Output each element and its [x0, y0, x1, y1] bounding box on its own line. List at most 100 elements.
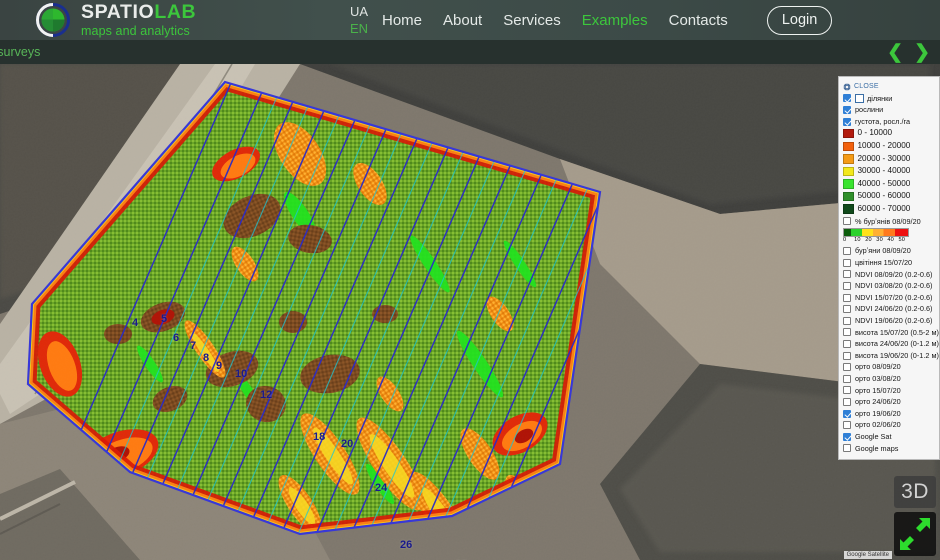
gradient-tick: 50 [898, 238, 909, 244]
plant-density-raster [0, 64, 940, 560]
legend-layer-row[interactable]: NDVI 19/06/20 (0.2-0.6) [843, 315, 936, 327]
chevron-right-icon[interactable]: ❯ [914, 43, 930, 62]
legend-weeds-section: % бурʼянів 08/09/2001020304050 [843, 216, 936, 246]
layer-checkbox[interactable] [843, 270, 851, 278]
legend-close-row[interactable]: CLOSE [843, 81, 936, 93]
legend-class-label: 10000 - 20000 [858, 142, 911, 151]
legend-layer-label: висота 24/06/20 (0-1.2 м) [855, 340, 939, 348]
legend-layer-label: NDVI 19/06/20 (0.2-0.6) [855, 317, 932, 325]
legend-class-row: 50000 - 60000 [843, 190, 936, 203]
legend-layer-row[interactable]: Google maps [843, 443, 936, 455]
track-number-label: 12 [260, 389, 272, 401]
legend-class-label: 60000 - 70000 [858, 205, 911, 214]
legend-layer-row[interactable]: NDVI 03/08/20 (0.2-0.6) [843, 280, 936, 292]
legend-layer-row[interactable]: орто 24/06/20 [843, 396, 936, 408]
legend-layer-label: орто 24/06/20 [855, 398, 901, 406]
lang-option-en[interactable]: EN [350, 20, 368, 37]
class-color-swatch [843, 192, 854, 202]
legend-layer-row[interactable]: ділянки [843, 93, 936, 105]
legend-layer-row[interactable]: бурʼяни 08/09/20 [843, 245, 936, 257]
fullscreen-button[interactable] [894, 512, 936, 556]
layer-checkbox[interactable] [843, 444, 851, 452]
nav-item-contacts[interactable]: Contacts [669, 12, 728, 29]
layer-checkbox[interactable] [843, 118, 851, 126]
legend-layer-row[interactable]: рослини [843, 104, 936, 116]
layer-checkbox[interactable] [843, 398, 851, 406]
lang-option-ua[interactable]: UA [350, 3, 368, 20]
legend-layer-row[interactable]: NDVI 08/09/20 (0.2-0.6) [843, 269, 936, 281]
track-number-label: 18 [313, 431, 325, 443]
track-number-label: 4 [132, 317, 138, 329]
layer-checkbox[interactable] [843, 317, 851, 325]
layer-checkbox[interactable] [843, 106, 851, 114]
track-number-label: 26 [400, 539, 412, 551]
login-button[interactable]: Login [767, 6, 832, 35]
language-switcher[interactable]: UA EN [350, 3, 368, 37]
legend-layer-row[interactable]: висота 19/06/20 (0-1.2 м) [843, 350, 936, 362]
legend-layer-row[interactable]: цвітіння 15/07/20 [843, 257, 936, 269]
legend-class-label: 0 - 10000 [858, 129, 893, 138]
layers-legend-panel[interactable]: CLOSE ділянкирослини густота, росл./га 0 … [838, 76, 940, 460]
nav-item-services[interactable]: Services [503, 12, 561, 29]
legend-close-label[interactable]: CLOSE [854, 83, 879, 90]
track-number-label: 10 [235, 368, 247, 380]
layer-checkbox[interactable] [843, 386, 851, 394]
map-canvas[interactable]: 45678910121820242628 3D Google Satellite [0, 64, 940, 560]
legend-layer-row[interactable]: орто 03/08/20 [843, 373, 936, 385]
legend-layer-row[interactable]: орто 19/06/20 [843, 408, 936, 420]
legend-layer-row[interactable]: висота 15/07/20 (0.5-2 м) [843, 327, 936, 339]
layer-checkbox[interactable] [843, 282, 851, 290]
legend-weeds-row[interactable]: % бурʼянів 08/09/20 [843, 216, 936, 228]
layer-checkbox[interactable] [843, 340, 851, 348]
legend-layer-label: орто 19/06/20 [855, 410, 901, 418]
legend-layer-row[interactable]: густота, росл./га [843, 116, 936, 128]
layer-checkbox[interactable] [843, 363, 851, 371]
track-number-label: 5 [161, 313, 167, 325]
legend-layer-label: Google maps [855, 445, 898, 453]
legend-layer-label: NDVI 15/07/20 (0.2-0.6) [855, 294, 932, 302]
plot-outline-symbol [855, 94, 864, 103]
legend-layer-row[interactable]: висота 24/06/20 (0-1.2 м) [843, 338, 936, 350]
legend-layer-row[interactable]: NDVI 24/06/20 (0.2-0.6) [843, 303, 936, 315]
legend-layer-row[interactable]: орто 08/09/20 [843, 361, 936, 373]
weeds-gradient-ticks: 01020304050 [843, 238, 913, 244]
layer-checkbox[interactable] [843, 352, 851, 360]
gear-icon [843, 83, 851, 91]
legend-class-label: 50000 - 60000 [858, 192, 911, 201]
layer-checkbox[interactable] [843, 305, 851, 313]
chevron-left-icon[interactable]: ❮ [887, 43, 903, 62]
layer-checkbox[interactable] [843, 247, 851, 255]
legend-layer-row[interactable]: NDVI 15/07/20 (0.2-0.6) [843, 292, 936, 304]
layer-checkbox[interactable] [843, 421, 851, 429]
layer-checkbox[interactable] [843, 328, 851, 336]
layer-checkbox[interactable] [843, 259, 851, 267]
logo[interactable]: SPATIOLAB maps and analytics [36, 3, 196, 37]
class-color-swatch [843, 204, 854, 214]
class-color-swatch [843, 167, 854, 177]
nav-item-home[interactable]: Home [382, 12, 422, 29]
layer-checkbox[interactable] [843, 217, 851, 225]
class-color-swatch [843, 179, 854, 189]
legend-layer-row[interactable]: орто 02/06/20 [843, 419, 936, 431]
legend-layer-label: густота, росл./га [855, 118, 910, 126]
legend-layer-label: цвітіння 15/07/20 [855, 259, 912, 267]
legend-layer-row[interactable]: Google Sat [843, 431, 936, 443]
layer-checkbox[interactable] [843, 433, 851, 441]
toggle-3d-button[interactable]: 3D [894, 476, 936, 508]
site-header: SPATIOLAB maps and analytics UA EN Home … [0, 0, 940, 40]
legend-class-row: 60000 - 70000 [843, 203, 936, 216]
logo-title-spatio: SPATIO [81, 1, 154, 23]
layer-checkbox[interactable] [843, 94, 851, 102]
class-color-swatch [843, 142, 854, 152]
class-color-swatch [843, 129, 854, 139]
legend-density-classes: 0 - 1000010000 - 2000020000 - 3000030000… [843, 127, 936, 215]
legend-layer-label: Google Sat [855, 433, 892, 441]
layer-checkbox[interactable] [843, 375, 851, 383]
nav-item-about[interactable]: About [443, 12, 482, 29]
gradient-tick: 0 [843, 238, 854, 244]
layer-checkbox[interactable] [843, 294, 851, 302]
nav-item-examples[interactable]: Examples [582, 12, 648, 29]
legend-layer-label: орто 02/06/20 [855, 421, 901, 429]
legend-layer-row[interactable]: орто 15/07/20 [843, 385, 936, 397]
layer-checkbox[interactable] [843, 410, 851, 418]
